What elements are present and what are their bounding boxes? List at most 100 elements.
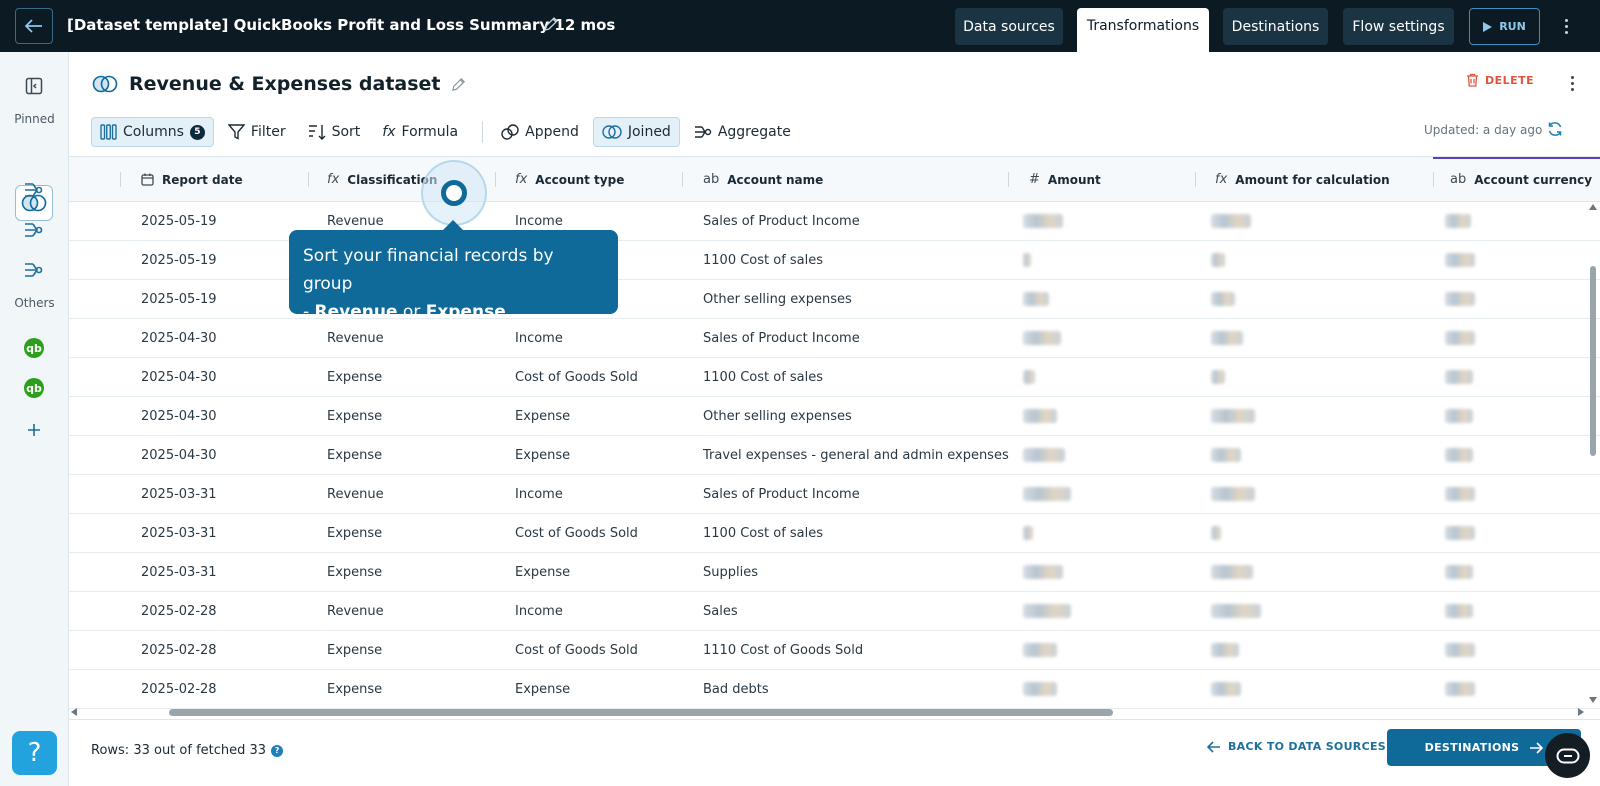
table-cell: 1110 Cost of Goods Sold — [703, 642, 864, 658]
table-row[interactable]: 2025-03-31 Expense Cost of Goods Sold 1100 … — [69, 514, 1600, 553]
table-cell: Expense — [327, 681, 383, 697]
others-label: Others — [14, 296, 55, 310]
help-button[interactable]: ? — [12, 731, 57, 775]
table-cell: Cost of Goods Sold — [515, 525, 638, 541]
table-cell: Sales of Product Income — [703, 330, 860, 346]
table-cell: 2025-04-30 — [141, 408, 217, 424]
table-cell: Expense — [327, 408, 383, 424]
table-cell: 2025-05-19 — [141, 213, 217, 229]
transform-step-icon[interactable] — [22, 218, 46, 242]
table-cell: Sales of Product Income — [703, 213, 860, 229]
vertical-scroll-thumb[interactable] — [1590, 266, 1596, 456]
table-row[interactable]: 2025-04-30 Expense Cost of Goods Sold 1100 … — [69, 358, 1600, 397]
arrow-left-icon — [1207, 740, 1220, 753]
join-icon — [602, 125, 622, 139]
toolbar-divider — [482, 121, 484, 143]
table-cell: Other selling expenses — [703, 291, 852, 307]
tab-destinations[interactable]: Destinations — [1223, 8, 1328, 45]
back-button[interactable] — [15, 8, 53, 44]
table-row[interactable]: 2025-04-30 Expense Expense Travel expenses … — [69, 436, 1600, 475]
redacted-value — [1023, 565, 1063, 579]
aggregate-button[interactable]: Aggregate — [686, 117, 799, 147]
edit-dataset-title-icon[interactable] — [451, 77, 466, 92]
sort-button[interactable]: Sort — [300, 117, 369, 147]
table-cell: Expense — [515, 408, 571, 424]
add-source-icon[interactable] — [22, 418, 46, 442]
onboarding-hotspot[interactable] — [421, 160, 487, 226]
table-cell: Expense — [327, 564, 383, 580]
table-cell: Expense — [327, 369, 383, 385]
transform-step-icon[interactable] — [22, 258, 46, 282]
redacted-value — [1211, 487, 1255, 501]
chat-icon — [1556, 748, 1579, 763]
redacted-value — [1211, 604, 1261, 618]
table-cell: Expense — [327, 642, 383, 658]
filter-button[interactable]: Filter — [220, 117, 294, 147]
toggle-sidebar-icon[interactable] — [22, 74, 46, 98]
column-header-report-date[interactable]: Report date — [141, 157, 243, 202]
column-header-account-name[interactable]: ab Account name — [703, 157, 823, 202]
columns-button[interactable]: Columns 5 — [91, 117, 214, 147]
transform-step-icon[interactable] — [22, 178, 46, 202]
columns-label: Columns — [123, 124, 184, 140]
append-icon — [501, 124, 519, 140]
table-cell: 1100 Cost of sales — [703, 369, 824, 385]
dataset-more-icon[interactable] — [1564, 72, 1580, 94]
edit-title-icon[interactable] — [543, 16, 559, 32]
table-cell: 2025-02-28 — [141, 603, 217, 619]
table-row[interactable]: 2025-02-28 Expense Cost of Goods Sold 1110 … — [69, 631, 1600, 670]
table-cell: Sales of Product Income — [703, 486, 860, 502]
calendar-icon — [141, 173, 154, 186]
tab-transformations[interactable]: Transformations — [1077, 8, 1209, 52]
column-header-amount[interactable]: # Amount — [1029, 157, 1101, 202]
table-cell: Expense — [515, 681, 571, 697]
info-icon[interactable]: ? — [271, 744, 284, 757]
table-row[interactable]: 2025-02-28 Revenue Income Sales — [69, 592, 1600, 631]
join-icon — [92, 75, 118, 93]
delete-button[interactable]: DELETE — [1466, 73, 1534, 87]
table-cell: 2025-05-19 — [141, 252, 217, 268]
formula-icon: fx — [515, 172, 528, 187]
text-type-icon: ab — [703, 172, 720, 187]
formula-icon: fx — [1215, 172, 1228, 187]
grid-header: Report date fx Classification fx Account… — [69, 157, 1600, 202]
tooltip-line-1: Sort your financial records by group — [303, 246, 554, 294]
column-header-amount-for-calculation[interactable]: fx Amount for calculation — [1215, 157, 1390, 202]
table-cell: 2025-05-19 — [141, 291, 217, 307]
table-row[interactable]: 2025-04-30 Revenue Income Sales of Product … — [69, 319, 1600, 358]
append-button[interactable]: Append — [493, 117, 587, 147]
horizontal-scroll-thumb[interactable] — [169, 709, 1113, 716]
top-bar: [Dataset template] QuickBooks Profit and… — [0, 0, 1600, 52]
redacted-value — [1445, 214, 1471, 228]
vertical-scrollbar[interactable] — [1588, 204, 1598, 704]
more-options-icon[interactable] — [1558, 14, 1574, 38]
redacted-value — [1211, 448, 1241, 462]
columns-count-badge: 5 — [189, 124, 205, 140]
redacted-value — [1023, 643, 1057, 657]
table-cell: 1100 Cost of sales — [703, 252, 824, 268]
table-row[interactable]: 2025-03-31 Expense Expense Supplies — [69, 553, 1600, 592]
run-label: RUN — [1499, 20, 1526, 33]
formula-button[interactable]: fx Formula — [374, 117, 466, 147]
tab-data-sources[interactable]: Data sources — [955, 8, 1063, 45]
refresh-icon[interactable] — [1547, 121, 1563, 137]
column-header-account-currency[interactable]: ab Account currency — [1450, 157, 1592, 202]
table-cell: Expense — [327, 525, 383, 541]
back-to-data-sources-button[interactable]: BACK TO DATA SOURCES — [1207, 740, 1386, 753]
joined-button[interactable]: Joined — [592, 117, 680, 147]
delete-label: DELETE — [1485, 73, 1535, 87]
table-row[interactable]: 2025-03-31 Revenue Income Sales of Product … — [69, 475, 1600, 514]
tab-flow-settings[interactable]: Flow settings — [1343, 8, 1454, 45]
column-header-account-type[interactable]: fx Account type — [515, 157, 624, 202]
quickbooks-icon[interactable]: qb — [24, 378, 44, 398]
redacted-value — [1023, 526, 1033, 540]
quickbooks-icon[interactable]: qb — [24, 338, 44, 358]
run-button[interactable]: RUN — [1469, 8, 1540, 45]
formula-label: Formula — [401, 124, 459, 140]
table-cell: Income — [515, 603, 563, 619]
table-row[interactable]: 2025-04-30 Expense Expense Other selling ex… — [69, 397, 1600, 436]
horizontal-scrollbar[interactable] — [69, 704, 1588, 718]
redacted-value — [1023, 331, 1061, 345]
chat-button[interactable] — [1545, 733, 1590, 778]
filter-icon — [227, 124, 245, 140]
